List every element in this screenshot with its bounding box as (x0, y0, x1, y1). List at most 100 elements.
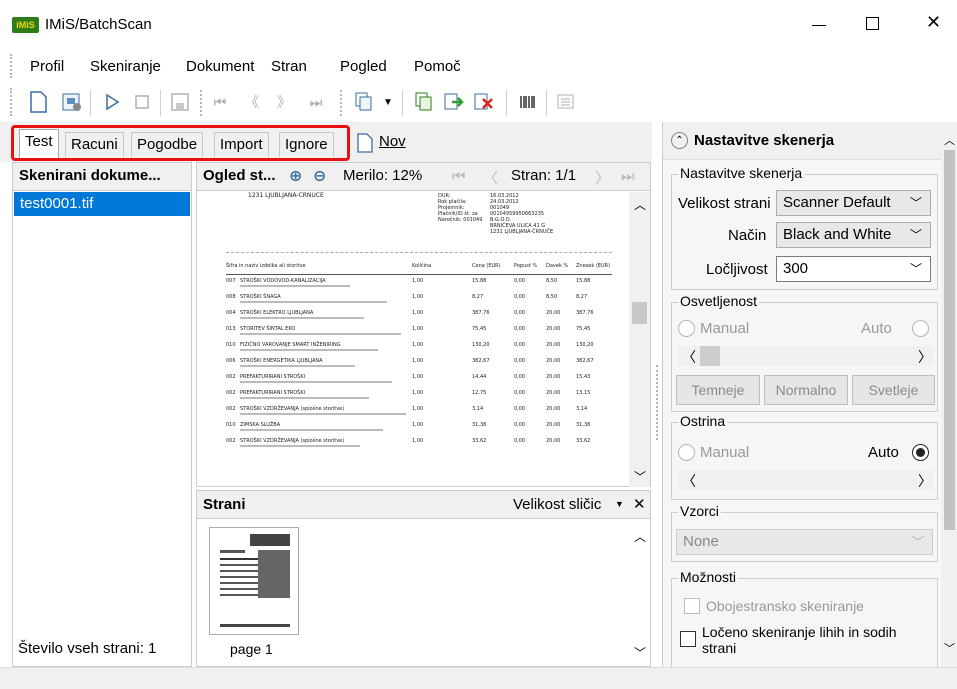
new-tab-icon[interactable] (357, 133, 375, 153)
minimize-icon[interactable] (810, 14, 828, 32)
brightness-slider[interactable]: 〈 〉 (678, 346, 933, 366)
menu-profil[interactable]: Profil (30, 58, 64, 75)
page-size-select[interactable]: Scanner Default ﹀ (776, 190, 931, 216)
scanned-docs-header[interactable]: Skenirani dokume... (13, 163, 191, 191)
preview-vscroll[interactable]: ︿ ﹀ (629, 192, 650, 487)
chevron-down-icon[interactable]: ▼ (615, 499, 624, 509)
doc-table-cell: 12,75 (472, 390, 487, 396)
scroll-up-icon[interactable]: ︿ (944, 132, 955, 148)
thumb-size-dropdown[interactable]: Velikost sličic (513, 496, 601, 513)
doc-table-body: 007 STROŠKI VODOVOD-KANALIZACIJA 1,00 15,88… (226, 278, 612, 467)
doc-table-cell: 0,00 (514, 358, 526, 364)
menu-skeniranje[interactable]: Skeniranje (90, 58, 161, 75)
scroll-down-icon[interactable]: ﹀ (944, 640, 955, 656)
scan-settings-icon[interactable] (58, 88, 86, 116)
last-page-icon[interactable]: ⏭ (621, 168, 635, 185)
first-page-icon[interactable]: ⏮ (206, 88, 234, 116)
templates-select[interactable]: None ﹀ (676, 529, 933, 555)
doc-table-cell: 387,76 (472, 310, 490, 316)
close-icon[interactable]: ✕ (926, 12, 941, 33)
scroll-right-icon[interactable]: 〉 (918, 471, 932, 491)
last-page-icon[interactable]: ⏭ (302, 88, 330, 116)
group-legend: Možnosti (678, 569, 739, 585)
page-count-label: Število vseh strani: 1 (18, 640, 157, 657)
new-tab-button[interactable]: Nov (379, 133, 406, 150)
brightness-manual-radio[interactable] (678, 320, 695, 337)
preview-panel: Ogled st... ⊕ ⊖ Merilo: 12% ⏮ 〈 Stran: 1… (196, 162, 651, 487)
sharpness-slider[interactable]: 〈 〉 (678, 470, 933, 490)
page-thumbnail[interactable] (209, 527, 299, 635)
next-page-icon[interactable]: 》 (270, 88, 298, 116)
export-icon[interactable] (440, 88, 468, 116)
scroll-right-icon[interactable]: 〉 (918, 347, 932, 367)
toolbar-grip[interactable] (10, 88, 13, 116)
barcode-icon[interactable] (514, 88, 542, 116)
collapse-icon[interactable]: ⌃ (671, 132, 688, 149)
scroll-down-icon[interactable]: ﹀ (634, 468, 646, 485)
pages-vscroll[interactable]: ︿ ﹀ (629, 520, 650, 666)
scroll-up-icon[interactable]: ︿ (634, 196, 646, 213)
close-icon[interactable]: ✕ (633, 495, 646, 513)
zoom-out-icon[interactable]: ⊖ (313, 166, 326, 186)
first-page-icon[interactable]: ⏮ (452, 168, 466, 185)
doc-table-cell: 008 (226, 294, 236, 300)
duplex-checkbox[interactable] (684, 598, 700, 614)
sharpness-manual-radio[interactable] (678, 444, 695, 461)
doc-table-cell: 8,27 (472, 294, 484, 300)
dropdown-arrow-icon[interactable]: ▼ (374, 88, 402, 116)
group-legend: Ostrina (678, 413, 728, 429)
save-icon[interactable] (166, 88, 194, 116)
delete-icon[interactable] (470, 88, 498, 116)
pages-toolbar: Strani Velikost sličic ▼ ✕ (197, 491, 650, 519)
doc-table-header: Šifra in naziv izdelka ali storitve Koli… (226, 263, 611, 269)
menu-dokument[interactable]: Dokument (186, 58, 254, 75)
lighter-button[interactable]: Svetleje (852, 375, 935, 405)
mode-select[interactable]: Black and White ﹀ (776, 222, 931, 248)
group-legend: Nastavitve skenerja (678, 165, 805, 181)
menu-pomoc[interactable]: Pomoč (414, 58, 461, 75)
maximize-icon[interactable] (866, 17, 879, 30)
document-preview[interactable]: 1231 LJUBLJANA-ČRNUČE DUR: 16.03.2012 Rok… (198, 192, 628, 467)
scroll-left-icon[interactable]: 〈 (682, 347, 696, 367)
doc-table-cell: 20,00 (546, 422, 561, 428)
menu-grip[interactable] (10, 54, 13, 78)
split-checkbox[interactable] (680, 631, 696, 647)
doc-table-cell: STROŠKI VZDRŽEVANJA (splošne storitve) (240, 406, 345, 412)
list-item[interactable]: test0001.tif (14, 192, 190, 216)
doc-table-cell: 33,62 (576, 438, 591, 444)
copy-pages-icon[interactable] (410, 88, 438, 116)
next-page-icon[interactable]: 〉 (595, 167, 610, 188)
prev-page-icon[interactable]: 《 (238, 88, 266, 116)
doc-table-row: 002 STROŠKI VZDRŽEVANJA (splošne storitve… (226, 406, 612, 422)
doc-table-cell: 1,00 (412, 374, 424, 380)
stop-icon[interactable] (128, 88, 156, 116)
resolution-select[interactable]: 300 ﹀ (776, 256, 931, 282)
darker-button[interactable]: Temneje (676, 375, 760, 405)
scroll-up-icon[interactable]: ︿ (634, 528, 646, 545)
scroll-left-icon[interactable]: 〈 (682, 471, 696, 491)
slider-thumb[interactable] (700, 346, 720, 366)
brightness-auto-radio[interactable] (912, 320, 929, 337)
sharpness-auto-radio[interactable] (912, 444, 929, 461)
doc-table-row: 002 PREFAKTURIRANI STROŠKI 1,00 12,75 0,00 20… (226, 390, 612, 406)
prev-page-icon[interactable]: 〈 (483, 167, 498, 188)
doc-table-cell: 15,88 (576, 278, 591, 284)
menu-stran[interactable]: Stran (271, 58, 307, 75)
thumbnail-label: page 1 (230, 641, 273, 657)
chevron-down-icon: ﹀ (909, 228, 922, 242)
doc-table-cell: 1,00 (412, 422, 424, 428)
new-document-icon[interactable] (24, 88, 52, 116)
play-icon[interactable] (98, 88, 126, 116)
normal-button[interactable]: Normalno (764, 375, 848, 405)
scroll-thumb[interactable] (632, 302, 647, 324)
doc-table-row: 013 STORITEV ŠINTAL EKO 1,00 75,45 0,00 20,00… (226, 326, 612, 342)
doc-table-row: 006 STROŠKI ENERGETIKA LJUBLJANA 1,00 382,6… (226, 358, 612, 374)
settings-vscroll[interactable]: ︿ ﹀ (941, 122, 957, 667)
list-icon[interactable] (552, 88, 580, 116)
menu-pogled[interactable]: Pogled (340, 58, 387, 75)
zoom-in-icon[interactable]: ⊕ (289, 166, 302, 186)
scroll-thumb[interactable] (944, 150, 955, 530)
scroll-down-icon[interactable]: ﹀ (634, 644, 646, 661)
doc-table-cell: 0,00 (514, 342, 526, 348)
splitter-handle[interactable] (656, 365, 659, 440)
